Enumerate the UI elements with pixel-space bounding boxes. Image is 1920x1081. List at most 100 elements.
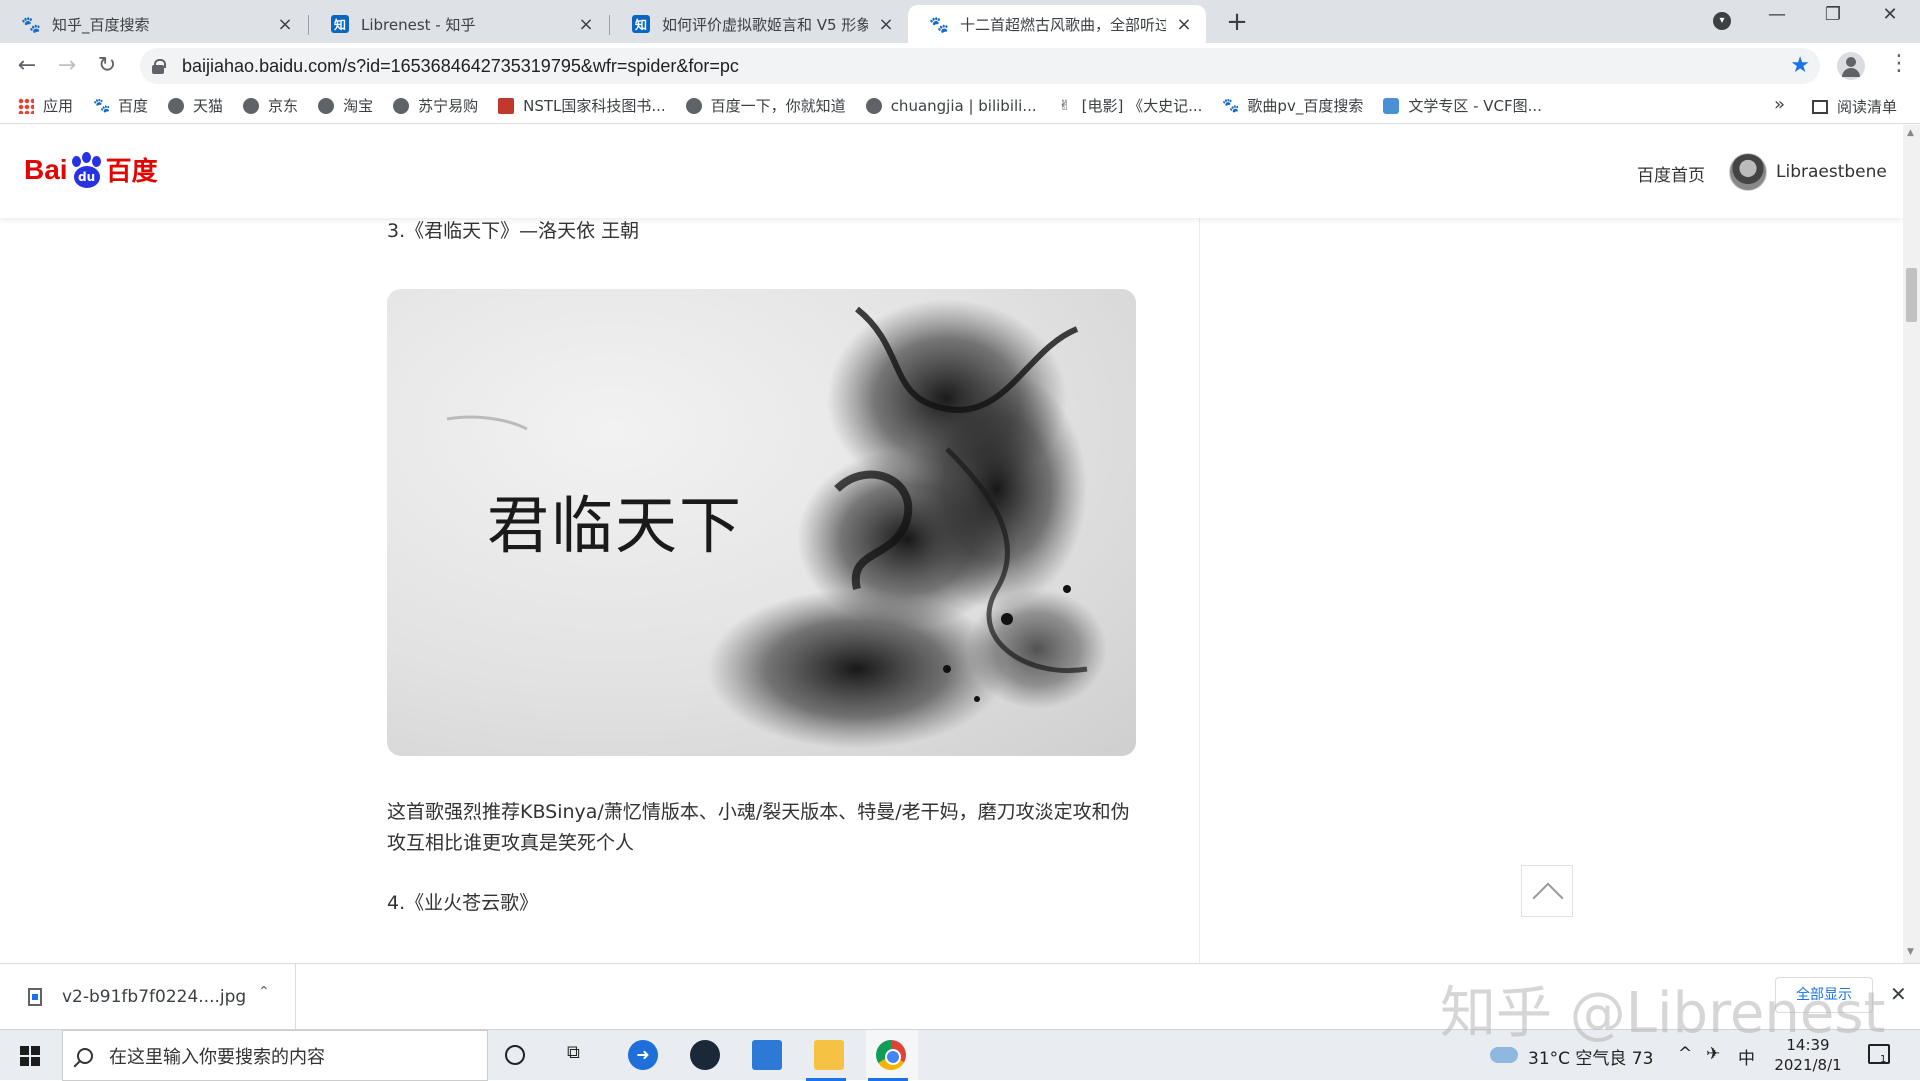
user-menu[interactable]: Libraestbene (1729, 153, 1887, 191)
bookmark-label: 苏宁易购 (418, 97, 479, 115)
download-file-name: v2-b91fb7f0224....jpg (62, 987, 247, 1007)
address-bar[interactable]: baijiahao.baidu.com/s?id=165368464273531… (140, 48, 1820, 84)
minimize-icon[interactable]: — (1757, 4, 1797, 25)
restore-icon[interactable]: ❐ (1813, 4, 1853, 25)
bookmarks-overflow-button[interactable]: » (1774, 94, 1785, 115)
tab-active-article[interactable]: 🐾 十二首超燃古风歌曲，全部听过？ × (908, 5, 1206, 43)
bookmark-label: 文学专区 - VCF图... (1408, 97, 1542, 115)
bookmark-baidu-home[interactable]: 百度一下，你就知道 (685, 95, 846, 116)
windows-start-icon[interactable] (20, 1046, 40, 1066)
store-app-icon[interactable]: ➜ (628, 1040, 658, 1070)
bookmark-label: NSTL国家科技图书... (523, 97, 666, 115)
bookmark-label: chuangjia | bilibili... (890, 96, 1037, 115)
globe-icon (318, 97, 335, 114)
tab-strip: 🐾 知乎_百度搜索 × 知 Librenest - 知乎 × 知 如何评价虚拟歌… (0, 0, 1920, 43)
bookmark-suning[interactable]: 苏宁易购 (393, 95, 478, 116)
logo-bai: Bai (24, 153, 68, 185)
globe-icon (865, 97, 882, 114)
baidu-paw-icon: 🐾 (929, 14, 949, 34)
bookmark-taobao[interactable]: 淘宝 (318, 95, 373, 116)
steam-icon[interactable] (690, 1040, 720, 1070)
globe-icon (243, 97, 260, 114)
back-to-top-icon[interactable] (1521, 865, 1573, 917)
reading-list-label: 阅读清单 (1837, 98, 1898, 116)
taskbar-search-box[interactable]: 在这里输入你要搜索的内容 (62, 1030, 488, 1081)
bookmark-star-icon[interactable]: ★ (1790, 53, 1810, 78)
nstl-icon (498, 97, 515, 114)
baidu-paw-icon: 🐾 (1222, 97, 1240, 114)
baidu-paw-icon: du (69, 151, 105, 188)
bookmark-label: 百度一下，你就知道 (710, 97, 846, 115)
bookmark-label: [电影] 《大史记... (1081, 97, 1203, 115)
close-tab-icon[interactable]: × (1174, 14, 1194, 35)
baidu-logo[interactable]: Bai du 百度 (24, 151, 158, 188)
apps-grid-icon (18, 97, 34, 114)
close-tab-icon[interactable]: × (876, 14, 896, 35)
globe-icon (393, 97, 410, 114)
scroll-down-icon[interactable]: ▼ (1907, 947, 1914, 957)
avatar (1729, 153, 1767, 191)
vcf-icon (1383, 97, 1400, 114)
bookmark-label: 淘宝 (343, 97, 374, 115)
lock-icon[interactable] (152, 59, 166, 74)
cortana-icon[interactable] (505, 1045, 525, 1065)
bookmark-movie[interactable]: ✌ [电影] 《大史记... (1057, 95, 1203, 116)
sidebar-divider (1199, 218, 1200, 963)
bookmark-label: 百度 (118, 97, 149, 115)
window-close-icon[interactable]: ✕ (1870, 4, 1910, 25)
reload-icon[interactable]: ↻ (92, 51, 122, 81)
article-image[interactable]: 君临天下 (387, 289, 1136, 756)
tab-zhihu-question[interactable]: 知 如何评价虚拟歌姬言和 V5 形象设 × (610, 5, 908, 43)
bookmark-label: 京东 (268, 97, 299, 115)
mail-icon[interactable] (752, 1040, 782, 1070)
tab-search-icon[interactable]: ▾ (1713, 12, 1731, 30)
bookmark-nstl[interactable]: NSTL国家科技图书... (498, 95, 666, 116)
tab-title: Librenest - 知乎 (361, 15, 476, 34)
logo-baidu-cn: 百度 (105, 157, 158, 187)
image-title-text: 君临天下 (487, 489, 744, 562)
tab-librenest[interactable]: 知 Librenest - 知乎 × (309, 5, 608, 43)
url-text[interactable]: baijiahao.baidu.com/s?id=165368464273531… (182, 56, 739, 77)
logo-du-badge: du (73, 165, 100, 188)
bookmark-song-pv[interactable]: 🐾 歌曲pv_百度搜索 (1222, 95, 1363, 116)
baidu-home-link[interactable]: 百度首页 (1637, 161, 1705, 186)
article-paragraph: 这首歌强烈推荐KBSinya/萧忆情版本、小魂/裂天版本、特曼/老干妈，磨刀攻淡… (387, 801, 1130, 854)
bookmark-jd[interactable]: 京东 (243, 95, 298, 116)
bookmark-baidu[interactable]: 🐾 百度 (93, 95, 148, 116)
new-tab-button[interactable]: + (1222, 7, 1252, 37)
bookmark-apps[interactable]: 应用 (18, 95, 73, 116)
bookmark-vcf[interactable]: 文学专区 - VCF图... (1383, 95, 1542, 116)
chrome-icon[interactable] (876, 1040, 906, 1070)
search-placeholder: 在这里输入你要搜索的内容 (109, 1046, 325, 1068)
close-tab-icon[interactable]: × (576, 14, 596, 35)
item-3-heading: 3.《君临天下》—洛天依 王朝 (387, 220, 640, 242)
close-download-bar-icon[interactable]: ✕ (1890, 982, 1907, 1006)
hand-icon: ✌ (1058, 97, 1071, 114)
task-view-icon[interactable]: ⧉ (567, 1042, 597, 1072)
page-scrollbar[interactable]: ▲ ▼ (1903, 125, 1920, 963)
bookmark-label: 应用 (43, 97, 74, 115)
tab-title: 十二首超燃古风歌曲，全部听过？ (960, 15, 1166, 34)
back-icon[interactable]: ← (12, 51, 42, 81)
close-tab-icon[interactable]: × (275, 14, 295, 35)
image-file-icon (28, 988, 42, 1006)
scroll-thumb[interactable] (1906, 268, 1917, 322)
scroll-up-icon[interactable]: ▲ (1907, 128, 1914, 138)
menu-kebab-icon[interactable]: ⋮ (1888, 51, 1910, 76)
bookmark-tmall[interactable]: 天猫 (168, 95, 223, 116)
chevron-up-icon[interactable]: ⌃ (258, 984, 270, 1000)
site-header: Bai du 百度 百度首页 Libraestbene (0, 125, 1903, 218)
tab-title: 知乎_百度搜索 (52, 15, 150, 34)
baidu-paw-icon: 🐾 (21, 14, 41, 34)
clock-date: 2021/8/1 (1774, 1056, 1842, 1074)
search-icon (77, 1047, 93, 1064)
forward-icon[interactable]: → (52, 51, 82, 81)
profile-avatar-icon[interactable] (1837, 52, 1865, 80)
weather-cloud-icon[interactable] (1490, 1047, 1518, 1063)
reading-list-button[interactable]: 阅读清单 (1812, 96, 1897, 117)
file-explorer-icon[interactable] (814, 1040, 844, 1070)
tab-baidu-search[interactable]: 🐾 知乎_百度搜索 × (0, 5, 307, 43)
bookmark-bilibili[interactable]: chuangjia | bilibili... (865, 96, 1037, 115)
download-item[interactable]: v2-b91fb7f0224....jpg ⌃ (0, 964, 296, 1030)
globe-icon (685, 97, 702, 114)
